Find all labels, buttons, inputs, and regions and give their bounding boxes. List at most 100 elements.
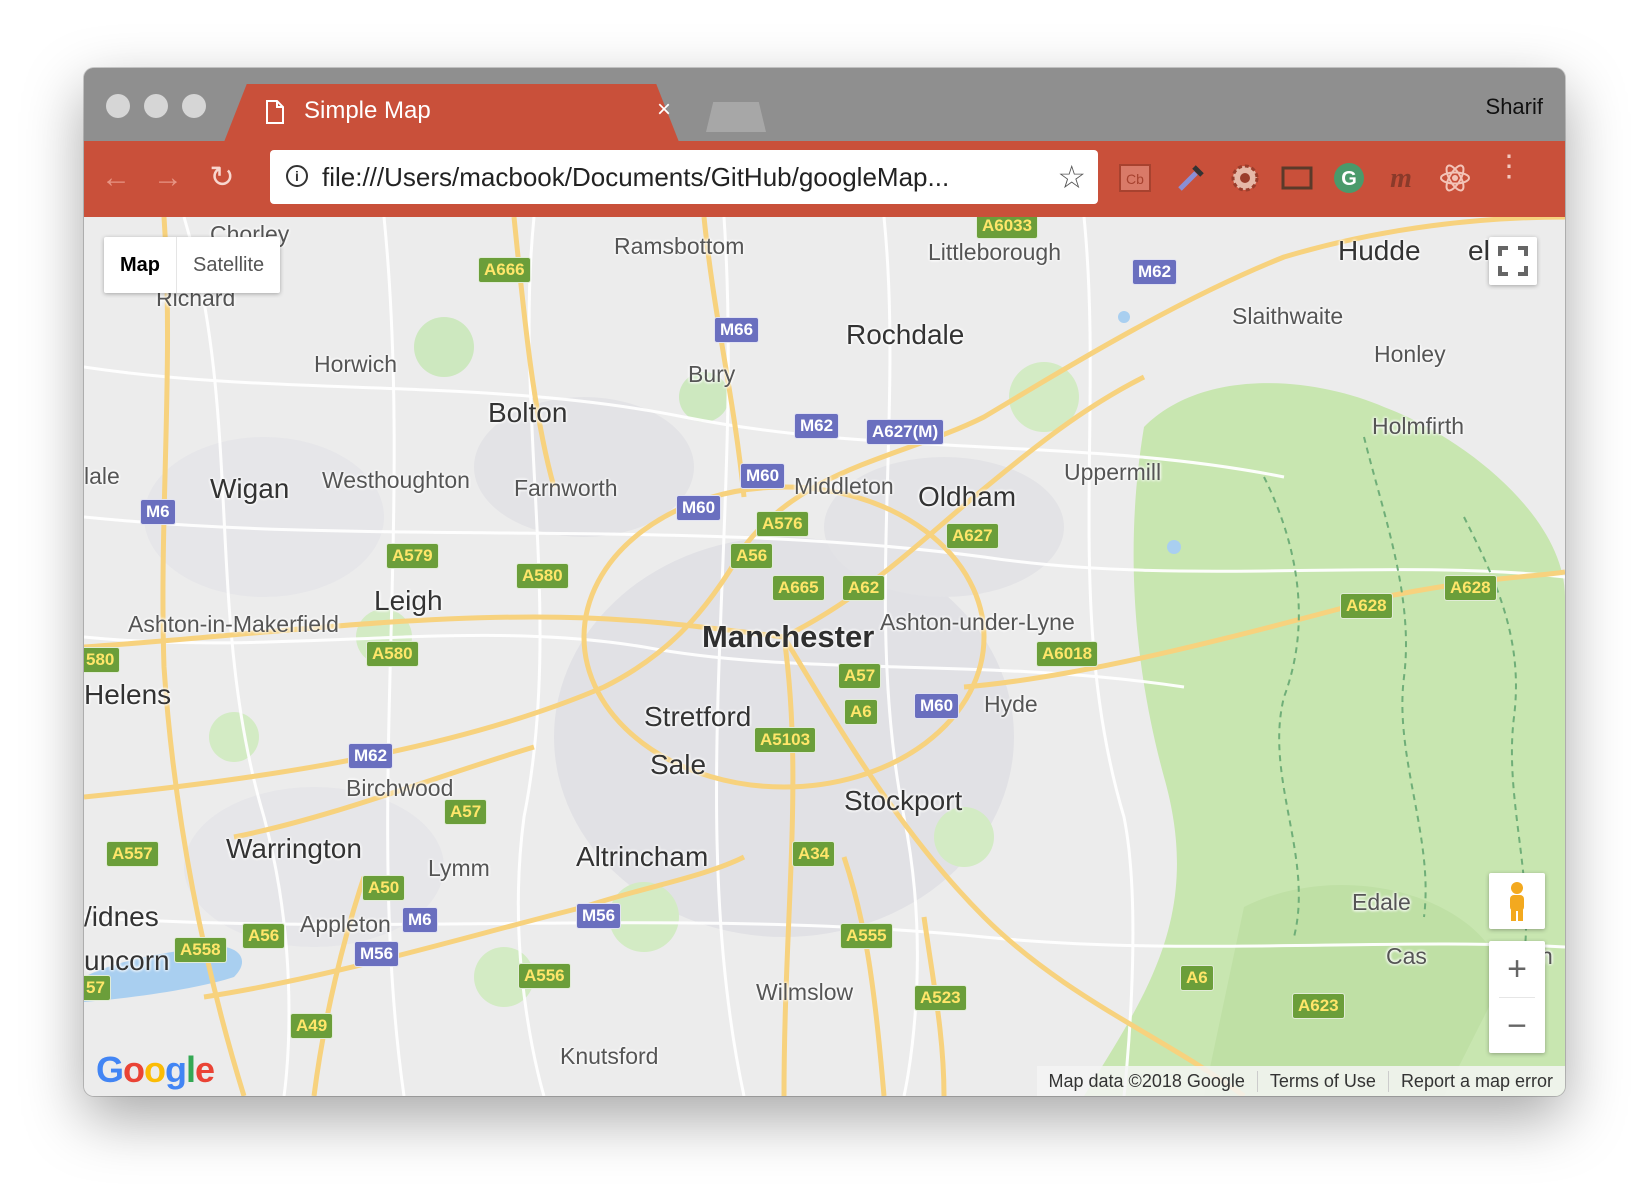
fullscreen-icon xyxy=(1498,246,1528,276)
profile-name[interactable]: Sharif xyxy=(1486,94,1543,120)
reload-button[interactable]: ↻ xyxy=(204,160,240,196)
road-shield: A62 xyxy=(842,575,886,601)
zoom-in-button[interactable]: + xyxy=(1489,941,1545,997)
road-shield: A579 xyxy=(386,543,439,569)
place-label: Altrincham xyxy=(576,841,709,872)
place-label: Knutsford xyxy=(560,1043,659,1069)
place-label: Littleborough xyxy=(928,239,1061,265)
road-shield: A5103 xyxy=(754,727,817,753)
place-label: Stockport xyxy=(844,785,963,816)
place-label: uncorn xyxy=(84,945,170,976)
window-resizer-icon[interactable] xyxy=(1280,161,1314,195)
road-shield: M60 xyxy=(740,463,786,489)
tab-title: Simple Map xyxy=(304,97,431,124)
place-label: Rochdale xyxy=(846,319,965,350)
forward-button[interactable]: → xyxy=(150,160,186,196)
place-label: Slaithwaite xyxy=(1232,303,1344,329)
road-shield: A556 xyxy=(518,963,571,989)
road-shield: A49 xyxy=(290,1013,334,1039)
road-shield: M62 xyxy=(794,413,840,439)
road-shield: A628 xyxy=(1340,593,1393,619)
info-icon[interactable]: i xyxy=(286,165,308,187)
zoom-window-button[interactable] xyxy=(182,94,206,118)
eyedropper-icon[interactable] xyxy=(1174,161,1208,195)
new-tab-button[interactable] xyxy=(706,102,766,132)
place-label: Bolton xyxy=(488,397,568,428)
place-label: Holmfirth xyxy=(1372,413,1465,439)
road-shield: A57 xyxy=(838,663,882,689)
place-label: Edale xyxy=(1352,889,1411,915)
road-shield: A34 xyxy=(792,841,836,867)
place-label: Appleton xyxy=(300,911,391,937)
road-shield: M62 xyxy=(348,743,394,769)
road-shield: A6 xyxy=(1180,965,1214,991)
report-map-error-link[interactable]: Report a map error xyxy=(1387,1070,1565,1092)
cb-extension-icon[interactable]: Cb xyxy=(1118,161,1152,195)
place-label: Manchester xyxy=(702,619,875,654)
road-shield: M62 xyxy=(1132,259,1178,285)
fullscreen-button[interactable] xyxy=(1489,237,1537,285)
map-attribution-bar: Map data ©2018 Google Terms of Use Repor… xyxy=(1036,1066,1565,1096)
browser-window: Simple Map × Sharif ← → ↻ i file:///User… xyxy=(84,68,1565,1096)
terms-of-use-link[interactable]: Terms of Use xyxy=(1256,1070,1388,1092)
map-type-satellite-button[interactable]: Satellite xyxy=(177,237,280,293)
road-shield: M60 xyxy=(914,693,960,719)
map-canvas[interactable]: Chorley Richard Ramsbottom Littleborough… xyxy=(84,217,1565,1096)
place-label: Leigh xyxy=(374,585,443,616)
bookmark-star-icon[interactable]: ☆ xyxy=(1057,158,1086,196)
svg-text:Cb: Cb xyxy=(1126,171,1144,187)
close-window-button[interactable] xyxy=(106,94,130,118)
svg-text:G: G xyxy=(1341,168,1357,190)
svg-text:m: m xyxy=(1390,163,1412,194)
place-label: Cas xyxy=(1386,943,1427,969)
road-shield: A576 xyxy=(756,511,809,537)
place-label: Stretford xyxy=(644,701,752,732)
road-shield: A557 xyxy=(106,841,159,867)
place-label: Wilmslow xyxy=(756,979,854,1005)
road-shield: A666 xyxy=(478,257,531,283)
place-label: Wigan xyxy=(210,473,290,504)
place-label: Lymm xyxy=(428,855,490,881)
zoom-control: + − xyxy=(1489,941,1545,1053)
road-shield: 57 xyxy=(84,975,111,1001)
gear-extension-icon[interactable] xyxy=(1228,161,1262,195)
place-label: Hudde xyxy=(1338,235,1421,266)
road-shield: A523 xyxy=(914,985,967,1011)
zoom-out-button[interactable]: − xyxy=(1489,998,1545,1054)
place-label: Farnworth xyxy=(514,475,618,501)
map-background xyxy=(84,217,1565,1096)
map-type-map-button[interactable]: Map xyxy=(104,237,177,293)
road-shield: M56 xyxy=(354,941,400,967)
place-label: Warrington xyxy=(226,833,362,864)
tab-strip: Simple Map × Sharif xyxy=(84,68,1565,142)
react-devtools-icon[interactable] xyxy=(1438,161,1472,195)
place-label: Hyde xyxy=(984,691,1038,717)
road-shield: A555 xyxy=(840,923,893,949)
place-label: Westhoughton xyxy=(322,467,470,493)
address-bar[interactable]: i file:///Users/macbook/Documents/GitHub… xyxy=(270,150,1098,204)
street-view-pegman-button[interactable] xyxy=(1489,873,1545,929)
url-text[interactable]: file:///Users/macbook/Documents/GitHub/g… xyxy=(322,162,949,193)
road-shield: A665 xyxy=(772,575,825,601)
place-label: Middleton xyxy=(794,473,894,499)
browser-toolbar: ← → ↻ i file:///Users/macbook/Documents/… xyxy=(84,141,1565,217)
place-label: el xyxy=(1468,235,1490,266)
place-label: Bury xyxy=(688,361,736,387)
menu-kebab-icon[interactable]: ⋮ xyxy=(1494,152,1524,182)
road-shield: A558 xyxy=(174,937,227,963)
grammarly-icon[interactable]: G xyxy=(1332,161,1366,195)
road-shield: A6018 xyxy=(1036,641,1099,667)
google-logo[interactable]: Google xyxy=(96,1049,215,1091)
road-shield: A50 xyxy=(362,875,406,901)
road-shield: M6 xyxy=(140,499,176,525)
road-shield: M6 xyxy=(402,907,438,933)
road-shield: M56 xyxy=(576,903,622,929)
tab-close-icon[interactable]: × xyxy=(657,96,671,124)
place-label: Birchwood xyxy=(346,775,454,801)
road-shield: A56 xyxy=(242,923,286,949)
tab-simple-map[interactable] xyxy=(224,84,679,142)
place-label: Uppermill xyxy=(1064,459,1162,485)
minimize-window-button[interactable] xyxy=(144,94,168,118)
m-extension-icon[interactable]: m xyxy=(1384,161,1418,195)
back-button[interactable]: ← xyxy=(98,160,134,196)
